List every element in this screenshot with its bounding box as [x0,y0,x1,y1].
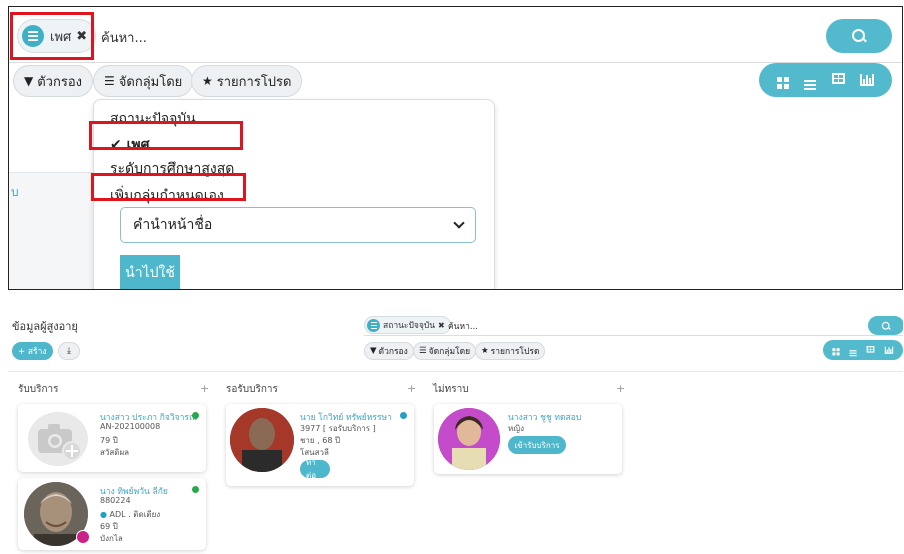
status-dot [192,412,199,419]
control-panel: ข้อมูลผู้สูงอายุ สถานะปัจจุบัน ✖ ค้นหา..… [8,312,903,372]
star-icon: ★ [481,346,489,356]
graph-view-icon[interactable] [884,346,893,355]
column-title-in-service: รับบริการ [18,384,59,395]
table-view-icon[interactable] [831,72,845,88]
menu-icon: ☰ [419,346,427,356]
filter-button[interactable]: ▼ ตัวกรอง [364,342,414,360]
status-dot [192,486,199,493]
column-title-waiting: รอรับบริการ [226,384,278,395]
search-button[interactable] [868,316,903,335]
status-dot [400,412,407,419]
filter-label: ตัวกรอง [37,74,82,90]
favorites-button[interactable]: ★ รายการโปรด [475,342,546,360]
favorites-button[interactable]: ★ รายการโปรด [191,65,303,97]
avatar [230,408,294,472]
continue-button[interactable]: ทำต่อ [300,458,330,480]
add-to-column-button[interactable]: + [200,382,209,395]
background-column: บ [9,172,99,289]
search-bar: เพศ ✖ ค้นหา... [9,7,902,63]
star-icon: ★ [202,74,213,88]
filter-label: ตัวกรอง [378,347,408,357]
kanban-card[interactable]: นาย โกวิทย์ ทรัพย์หรรษา 3977 [ รอรับบริก… [226,404,414,486]
kanban-view-icon[interactable] [832,345,840,356]
highlight-box [10,12,94,60]
search-button[interactable] [826,19,892,53]
receive-service-button[interactable]: เข้ารับบริการ [508,436,566,454]
kanban-view-icon[interactable] [776,71,789,89]
download-button[interactable]: ⤓ [58,342,80,360]
kanban-card[interactable]: นาง ทิพย์พวัน ลีกัย 880224 ● ADL . ติดเต… [18,478,206,550]
filter-icon: ▼ [24,74,34,88]
create-button[interactable]: + สร้าง [12,342,53,360]
search-bar: สถานะปัจจุบัน ✖ ค้นหา... [364,314,903,336]
adl-dot-icon: ● [100,510,107,519]
column-title-unknown: ไม่ทราบ [433,384,469,395]
avatar [438,408,500,470]
remove-facet-icon[interactable]: ✖ [438,321,445,330]
page-title: ข้อมูลผู้สูงอายุ [12,320,78,333]
top-screenshot-panel: เพศ ✖ ค้นหา... ▼ ตัวกรอง ☰ จัดกลุ่มโดย ★… [8,6,903,290]
kanban-card[interactable]: นางสาว ชูชู ทดสอบ หญิง เข้ารับบริการ [434,404,622,474]
bottom-screenshot-panel: ข้อมูลผู้สูงอายุ สถานะปัจจุบัน ✖ ค้นหา..… [8,312,903,554]
filter-icon: ▼ [370,346,377,356]
group-by-icon [367,318,380,332]
card-adl-label: ADL . ติดเตียง [109,510,161,519]
view-switcher [823,340,903,360]
group-by-button[interactable]: ☰ จัดกลุ่มโดย [413,342,477,360]
card-gender: หญิง [508,424,524,433]
search-icon [881,321,890,330]
card-location: บังกไล [100,534,123,543]
group-by-label: จัดกลุ่มโดย [118,74,183,90]
favorites-label: รายการโปรด [216,74,292,90]
chevron-down-icon [453,217,465,229]
search-icon [852,29,866,43]
highlight-box [89,121,243,150]
facet-chip-status[interactable]: สถานะปัจจุบัน ✖ [364,316,451,334]
card-location: สวัสดิผล [100,448,130,457]
filter-button[interactable]: ▼ ตัวกรอง [13,65,93,97]
camera-placeholder-icon [28,412,88,466]
custom-group-select-value: คำนำหน้าชื่อ [133,217,213,233]
add-to-column-button[interactable]: + [616,382,625,395]
facet-chip-label: สถานะปัจจุบัน [383,321,436,331]
list-view-icon[interactable] [804,71,817,90]
menu-icon: ☰ [104,74,115,88]
search-input[interactable]: ค้นหา... [101,27,147,48]
favorites-label: รายการโปรด [490,347,540,357]
add-to-column-button[interactable]: + [407,382,416,395]
group-by-label: จัดกลุ่มโดย [428,347,471,357]
download-icon: ⤓ [67,346,71,356]
search-input[interactable]: ค้นหา... [448,319,478,333]
highlight-box [91,173,246,201]
apply-button[interactable]: นำไปใช้ [120,255,180,289]
column-fragment-text: บ [11,185,19,199]
assignee-avatar [76,530,90,544]
view-switcher [759,63,892,97]
group-by-button[interactable]: ☰ จัดกลุ่มโดย [93,65,194,97]
table-view-icon[interactable] [866,345,875,355]
card-code: 880224 [100,496,131,505]
card-code: AN-202100008 [100,422,161,431]
list-view-icon[interactable] [849,344,857,356]
custom-group-select[interactable]: คำนำหน้าชื่อ [120,207,476,243]
kanban-card[interactable]: นางสาว ประภา กิจวิจารณ์ AN-202100008 79 … [18,404,206,472]
graph-view-icon[interactable] [860,73,875,88]
